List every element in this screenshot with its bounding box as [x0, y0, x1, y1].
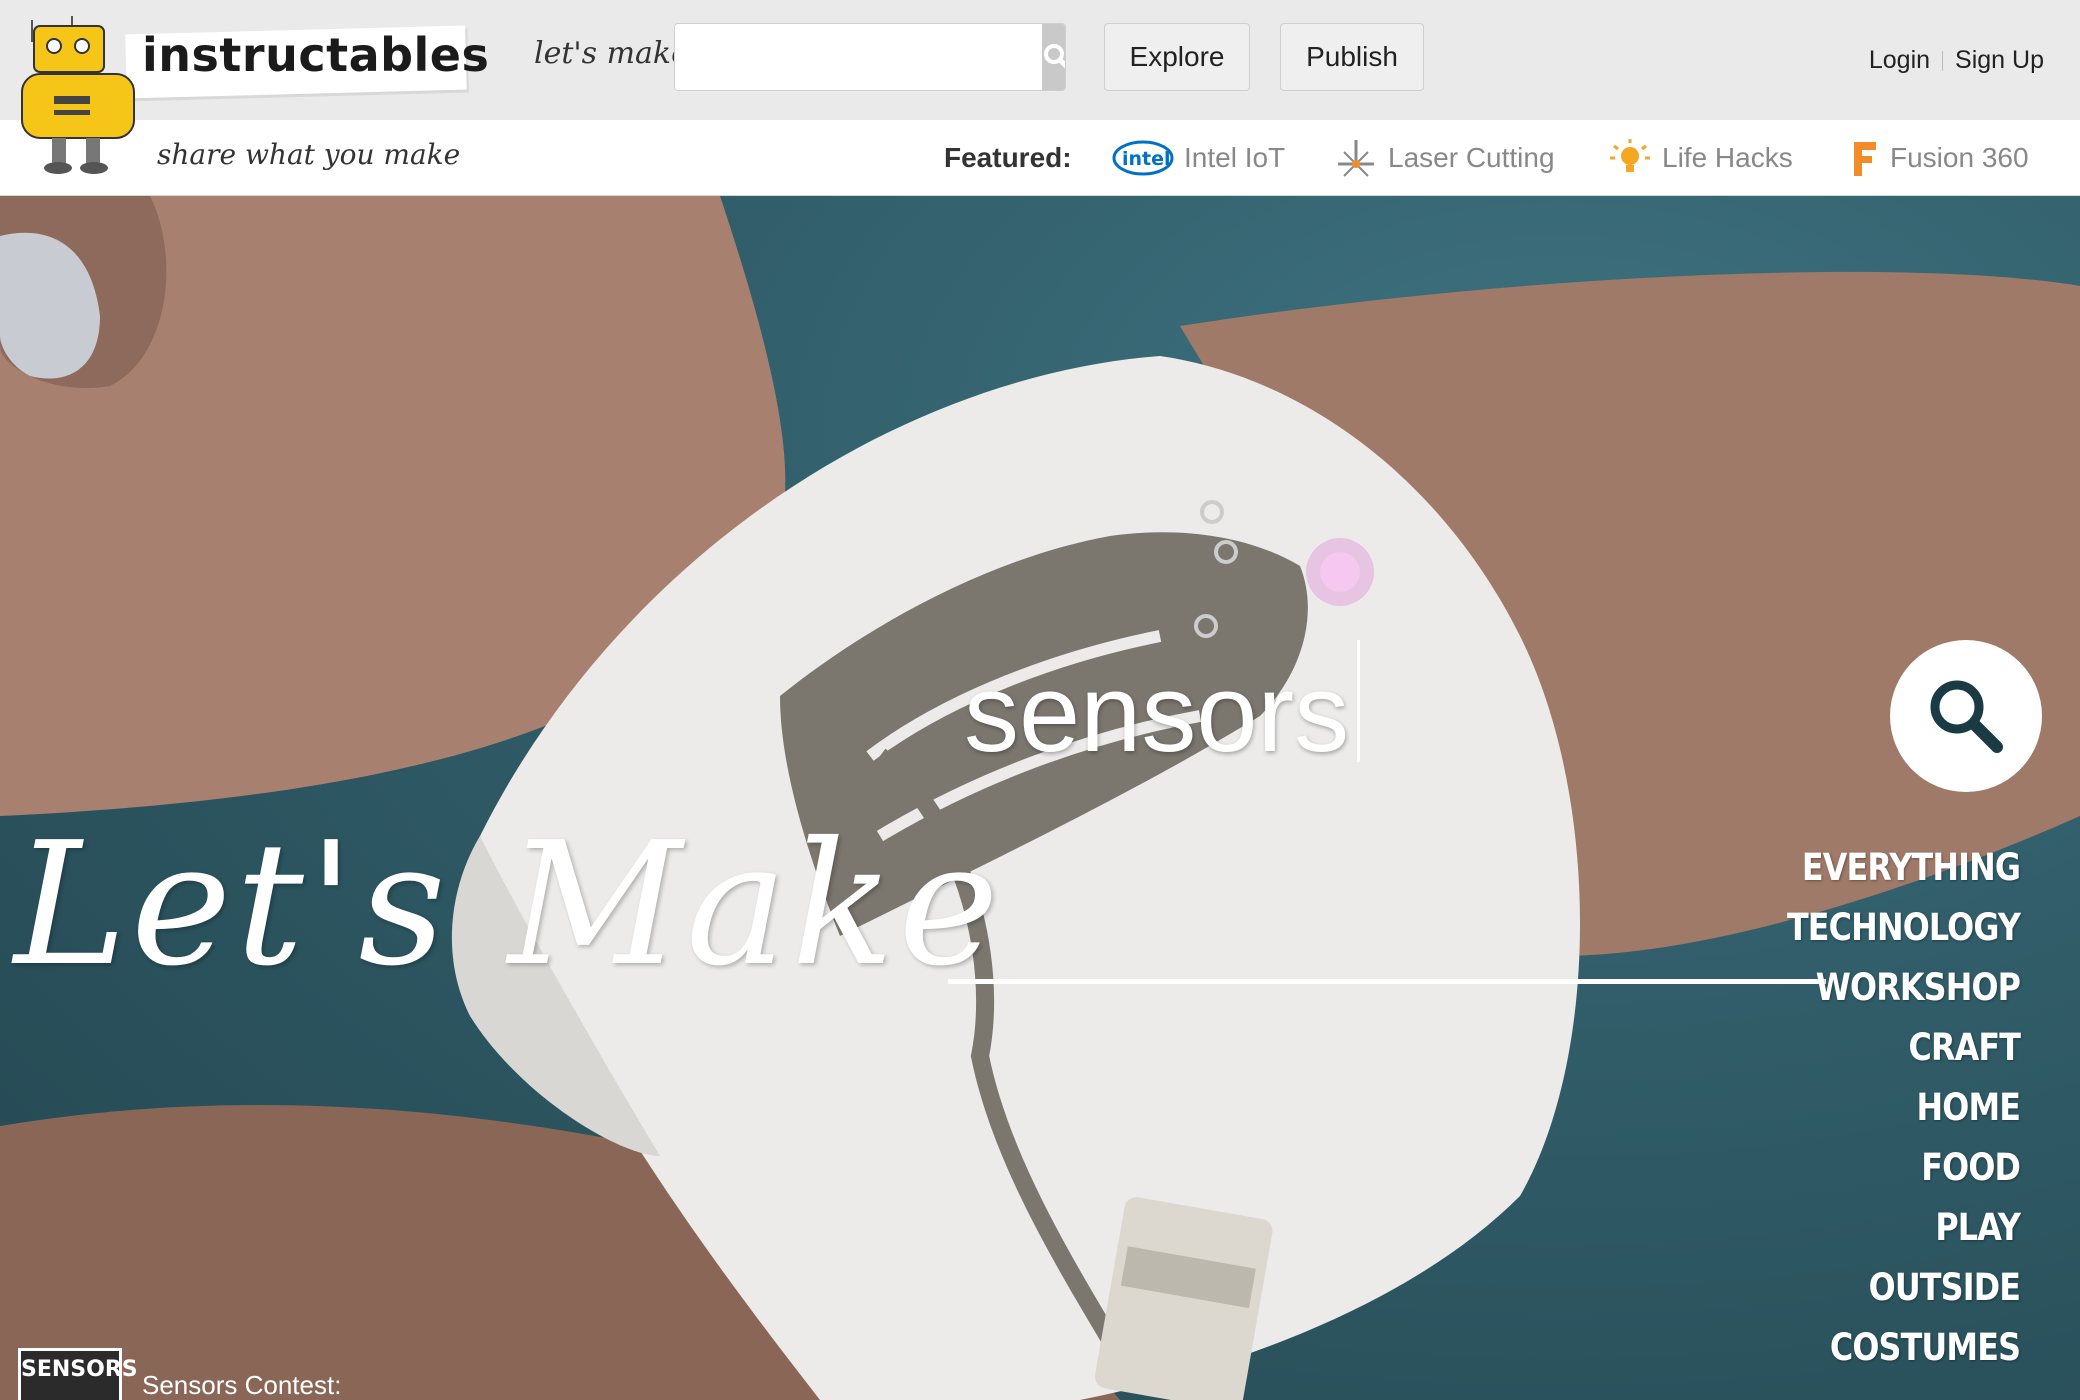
contest-badge[interactable]: SENSORS	[18, 1348, 138, 1400]
featured-item-label: Life Hacks	[1662, 142, 1793, 173]
category-list: EVERYTHING TECHNOLOGY WORKSHOP CRAFT HOM…	[1749, 838, 2021, 1378]
category-everything[interactable]: EVERYTHING	[1787, 838, 2021, 898]
featured-item-label: Laser Cutting	[1388, 142, 1555, 173]
login-link[interactable]: Login	[1869, 46, 1930, 75]
featured-item-fusion-360[interactable]: Fusion 360	[1850, 136, 2029, 180]
featured-item-laser-cutting[interactable]: Laser Cutting	[1334, 136, 1555, 180]
search-label: let's make	[534, 36, 689, 71]
category-workshop[interactable]: WORKSHOP	[1787, 958, 2021, 1018]
robot-logo-icon[interactable]	[12, 12, 142, 177]
lightbulb-icon	[1610, 139, 1650, 172]
category-craft[interactable]: CRAFT	[1787, 1018, 2020, 1078]
category-play[interactable]: PLAY	[1787, 1198, 2021, 1258]
search-icon	[1044, 44, 1065, 69]
category-food[interactable]: FOOD	[1787, 1138, 2021, 1198]
publish-button[interactable]: Publish	[1280, 23, 1424, 91]
contest-label[interactable]: Sensors Contest:	[142, 1370, 341, 1400]
hero-search-underline	[948, 979, 1826, 984]
category-costumes[interactable]: COSTUMES	[1787, 1318, 2021, 1378]
featured-item-intel-iot[interactable]: intel Intel IoT	[1112, 136, 1285, 180]
search-button[interactable]	[1042, 24, 1065, 90]
category-home[interactable]: HOME	[1787, 1078, 2021, 1138]
signup-link[interactable]: Sign Up	[1955, 46, 2044, 75]
category-technology[interactable]: TECHNOLOGY	[1787, 898, 2021, 958]
divider	[1942, 50, 1944, 71]
text-caret	[1357, 640, 1360, 762]
category-outside[interactable]: OUTSIDE	[1787, 1258, 2021, 1318]
laser-icon	[1338, 140, 1374, 177]
hero-search-input[interactable]: sensors	[964, 650, 1349, 777]
intel-logo-icon: intel	[1112, 140, 1174, 176]
search-input[interactable]	[675, 24, 1042, 90]
hero-search-button[interactable]	[1890, 640, 2042, 792]
featured-item-label: Intel IoT	[1184, 142, 1286, 173]
featured-item-label: Fusion 360	[1890, 142, 2029, 173]
header-search	[674, 23, 1066, 91]
featured-item-life-hacks[interactable]: Life Hacks	[1608, 136, 1793, 180]
hero-headline: Let's Make	[14, 806, 1003, 1004]
search-icon	[1930, 680, 2003, 753]
svg-text:intel: intel	[1122, 148, 1171, 170]
tagline: share what you make	[157, 138, 461, 171]
fusion-logo-icon	[1854, 142, 1876, 176]
site-logo[interactable]: instructables	[142, 28, 489, 82]
explore-button[interactable]: Explore	[1104, 23, 1250, 91]
auth-links: Login Sign Up	[1869, 46, 2044, 75]
featured-label: Featured:	[944, 142, 1072, 173]
